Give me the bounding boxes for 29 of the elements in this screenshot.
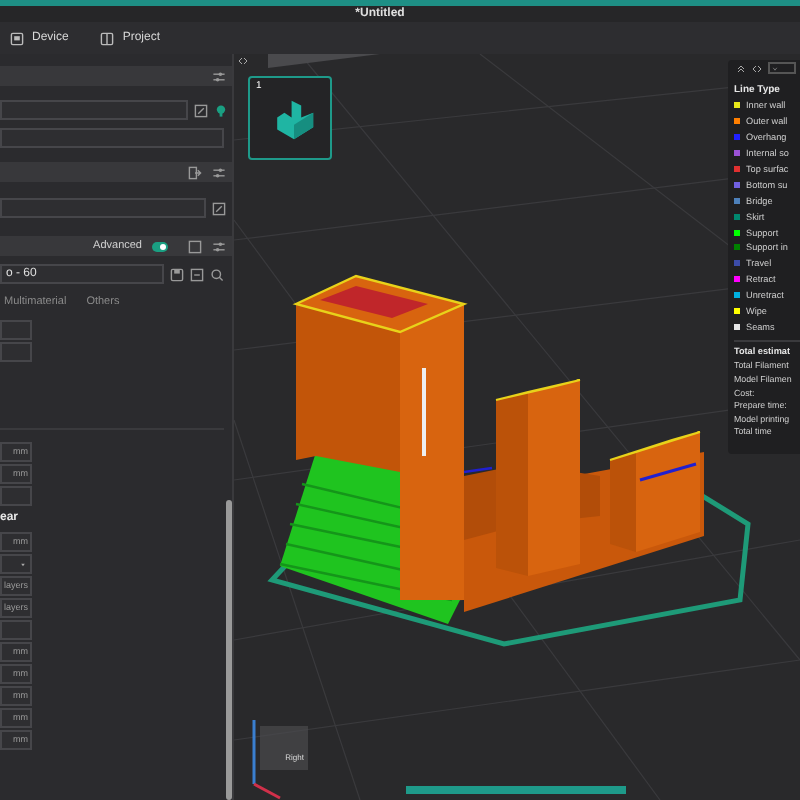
minus-box-icon[interactable] bbox=[190, 267, 204, 281]
edit-icon[interactable] bbox=[212, 201, 226, 215]
advanced-toggle[interactable] bbox=[152, 241, 168, 251]
edit-icon[interactable] bbox=[194, 103, 208, 117]
settings-icon[interactable] bbox=[212, 165, 226, 179]
input-field[interactable] bbox=[0, 620, 32, 640]
settings-icon[interactable] bbox=[212, 69, 226, 83]
input-field[interactable] bbox=[0, 486, 32, 506]
input-field[interactable] bbox=[0, 320, 32, 340]
save-icon[interactable] bbox=[170, 267, 184, 281]
scrollbar[interactable] bbox=[226, 500, 232, 800]
code-icon[interactable] bbox=[238, 56, 248, 66]
book-icon bbox=[100, 31, 115, 45]
code-icon[interactable] bbox=[752, 63, 762, 73]
search-icon[interactable] bbox=[210, 267, 224, 281]
device-icon bbox=[10, 31, 24, 45]
caret-icon bbox=[772, 65, 778, 71]
collapse-icon[interactable] bbox=[736, 63, 746, 73]
caret-icon bbox=[20, 561, 26, 567]
axis-drawing bbox=[252, 720, 281, 800]
input-field[interactable] bbox=[0, 100, 188, 120]
slider-bar[interactable] bbox=[406, 786, 626, 794]
input-field[interactable] bbox=[0, 342, 32, 362]
bulb-icon[interactable] bbox=[214, 103, 228, 117]
export-icon[interactable] bbox=[188, 165, 202, 179]
square-icon[interactable] bbox=[188, 239, 202, 253]
settings-icon[interactable] bbox=[212, 239, 226, 253]
input-field[interactable] bbox=[0, 198, 206, 218]
input-field[interactable] bbox=[0, 128, 224, 148]
